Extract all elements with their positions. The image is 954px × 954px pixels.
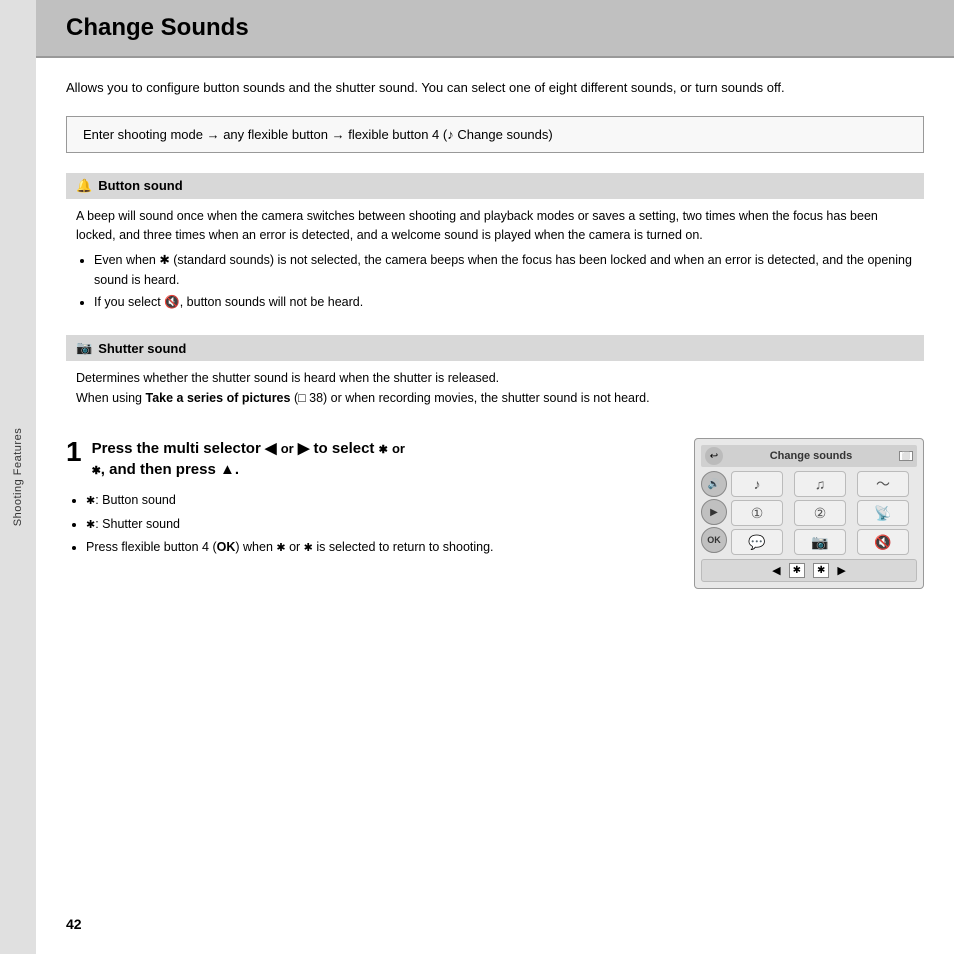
sidebar: Shooting Features — [0, 0, 36, 954]
cam-arrow-right: ▶ — [837, 564, 845, 577]
step-left: 1 Press the multi selector ◀ or ▶ to sel… — [66, 438, 674, 589]
cam-grid: 🔊 ▶ OK ♪ ♫ 〜 ① ② 📡 — [701, 471, 917, 555]
step-bullet-1: ✱: Button sound — [86, 490, 674, 511]
page-title: Change Sounds — [66, 14, 924, 42]
shutter-sound-bold: Take a series of pictures — [145, 391, 290, 405]
cam-back-button: ↩ — [705, 447, 723, 465]
step-bullet-3: Press flexible button 4 (OK) when ✱ or ✱… — [86, 537, 674, 558]
button-sound-bullet-1: Even when ✱ (standard sounds) is not sel… — [94, 251, 914, 290]
cam-side-buttons: 🔊 ▶ OK — [701, 471, 729, 555]
step-bullets: ✱: Button sound ✱: Shutter sound Press f… — [86, 490, 674, 558]
cam-icon-1: ♪ — [731, 471, 783, 497]
page-number: 42 — [66, 916, 82, 932]
nav-box-text: Enter shooting mode → any flexible butto… — [83, 127, 553, 142]
step-number-row: 1 Press the multi selector ◀ or ▶ to sel… — [66, 438, 674, 480]
shutter-sound-body: Determines whether the shutter sound is … — [76, 369, 914, 408]
shutter-sound-title: Shutter sound — [98, 341, 186, 356]
cam-icon-7: 💬 — [731, 529, 783, 555]
page-container: Shooting Features Change Sounds Allows y… — [0, 0, 954, 954]
shutter-sound-icon: 📷 — [76, 340, 92, 356]
cam-icon-5: ② — [794, 500, 846, 526]
cam-bottom-bar: ◀ ✱ ✱ ▶ — [701, 559, 917, 582]
cam-header-title: Change sounds — [770, 450, 853, 462]
button-sound-header: 🔔 Button sound — [66, 173, 924, 199]
button-sound-bullet-2: If you select 🔇, button sounds will not … — [94, 293, 914, 312]
button-sound-section: 🔔 Button sound A beep will sound once wh… — [66, 173, 924, 330]
page-number-area: 42 — [36, 906, 954, 954]
cam-icon-9: 🔇 — [857, 529, 909, 555]
intro-text: Allows you to configure button sounds an… — [66, 78, 924, 98]
cam-screen-icon: ⬜ — [899, 451, 913, 461]
cam-icon-8: 📷 — [794, 529, 846, 555]
cam-bottom-icon-1: ✱ — [789, 563, 805, 578]
shutter-sound-header: 📷 Shutter sound — [66, 335, 924, 361]
shutter-sound-section: 📷 Shutter sound Determines whether the s… — [66, 335, 924, 422]
title-bar: Change Sounds — [36, 0, 954, 58]
camera-diagram: ↩ Change sounds ⬜ 🔊 ▶ OK — [694, 438, 924, 589]
step-1-section: 1 Press the multi selector ◀ or ▶ to sel… — [66, 438, 924, 589]
cam-icon-6: 📡 — [857, 500, 909, 526]
main-content: Change Sounds Allows you to configure bu… — [36, 0, 954, 954]
cam-bottom-icon-2: ✱ — [813, 563, 829, 578]
step-title: Press the multi selector ◀ or ▶ to selec… — [92, 438, 674, 480]
content-area: Allows you to configure button sounds an… — [36, 58, 954, 906]
cam-icon-area: ♪ ♫ 〜 ① ② 📡 💬 📷 🔇 — [731, 471, 917, 555]
cam-icon-3: 〜 — [857, 471, 909, 497]
button-sound-icon: 🔔 — [76, 178, 92, 194]
cam-speaker-btn: 🔊 — [701, 471, 727, 497]
cam-icon-grid: ♪ ♫ 〜 ① ② 📡 💬 📷 🔇 — [731, 471, 917, 555]
button-sound-body: A beep will sound once when the camera s… — [76, 207, 914, 246]
cam-arrow-left: ◀ — [772, 564, 780, 577]
step-number: 1 — [66, 438, 82, 466]
nav-box: Enter shooting mode → any flexible butto… — [66, 116, 924, 153]
shutter-sound-content: Determines whether the shutter sound is … — [66, 369, 924, 422]
cam-play-btn: ▶ — [701, 499, 727, 525]
cam-icon-2: ♫ — [794, 471, 846, 497]
step-bullet-2: ✱: Shutter sound — [86, 514, 674, 535]
button-sound-bullets: Even when ✱ (standard sounds) is not sel… — [94, 251, 914, 312]
cam-icon-4: ① — [731, 500, 783, 526]
cam-ok-btn: OK — [701, 527, 727, 553]
button-sound-content: A beep will sound once when the camera s… — [66, 207, 924, 330]
sidebar-label: Shooting Features — [12, 428, 24, 526]
button-sound-title: Button sound — [98, 178, 182, 193]
cam-header: ↩ Change sounds ⬜ — [701, 445, 917, 467]
